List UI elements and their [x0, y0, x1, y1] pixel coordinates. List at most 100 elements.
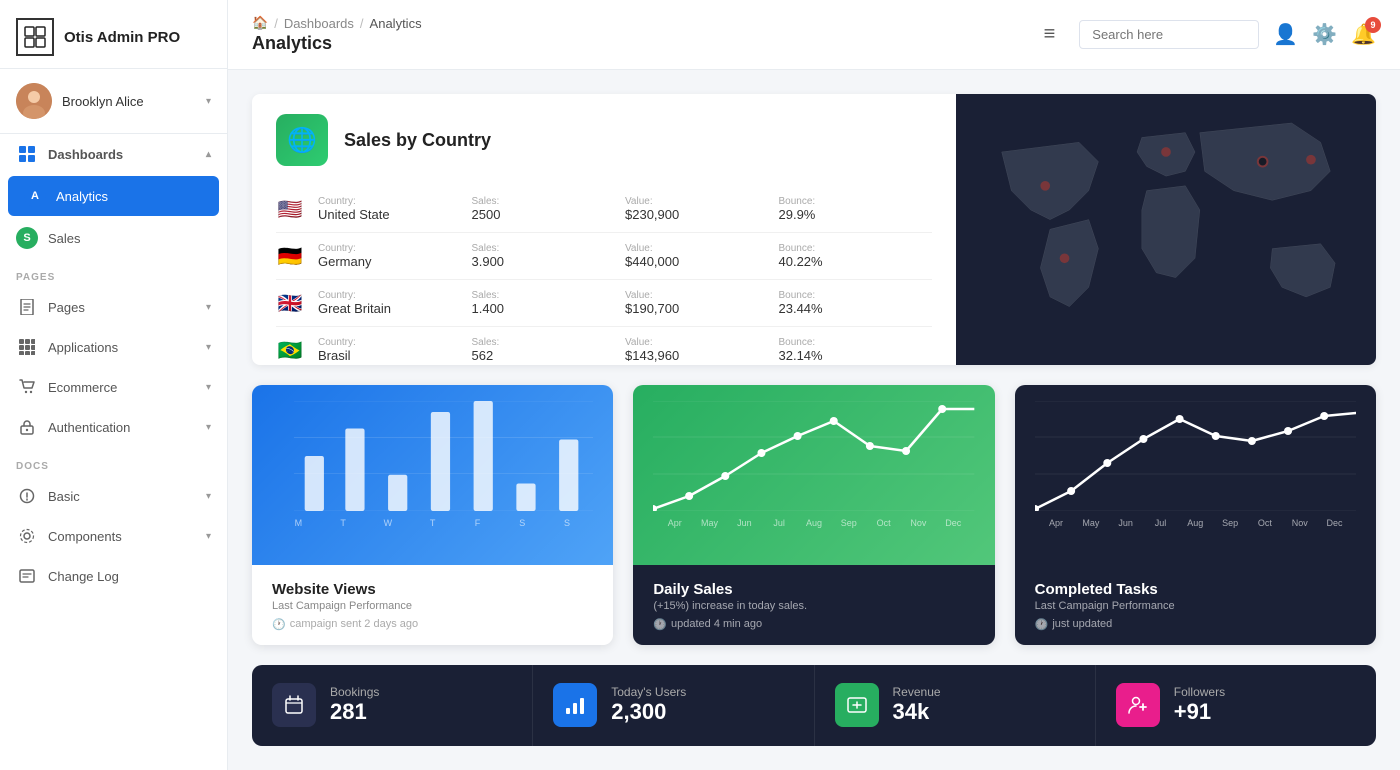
bounce-label: Bounce:	[779, 243, 933, 254]
sidebar-analytics-label: Analytics	[56, 189, 203, 204]
country-value: Brasil	[318, 348, 472, 363]
topbar-right: 👤 ⚙️ 🔔 9	[1079, 20, 1376, 49]
ecommerce-icon	[16, 376, 38, 398]
sales-col: Sales: 1.400	[472, 290, 626, 316]
sidebar-item-changelog[interactable]: Change Log	[0, 556, 227, 596]
users-data: Today's Users 2,300	[611, 685, 686, 725]
completed-tasks-x-axis: Apr May Jun Jul Aug Sep Oct Nov Dec	[1035, 518, 1356, 528]
search-box[interactable]	[1079, 20, 1259, 49]
analytics-letter-icon: A	[24, 185, 46, 207]
daily-sales-title: Daily Sales	[653, 581, 974, 598]
docs-section-label: DOCS	[0, 447, 227, 476]
sales-value: 562	[472, 348, 626, 363]
charts-row: M T W T F S S Website Views Last Campaig…	[252, 385, 1376, 645]
bookings-data: Bookings 281	[330, 685, 379, 725]
daily-sales-meta-text: updated 4 min ago	[671, 618, 762, 630]
value-col: Value: $190,700	[625, 290, 779, 316]
country-label: Country:	[318, 243, 472, 254]
sales-label: Sales:	[472, 290, 626, 301]
completed-tasks-bottom: Completed Tasks Last Campaign Performanc…	[1015, 565, 1376, 645]
settings-icon[interactable]: ⚙️	[1312, 22, 1337, 47]
sidebar-item-applications[interactable]: Applications ▾	[0, 327, 227, 367]
stat-bookings: Bookings 281	[252, 665, 533, 746]
authentication-icon	[16, 416, 38, 438]
x-label-t1: T	[321, 518, 366, 528]
revenue-data: Revenue 34k	[893, 685, 941, 725]
user-profile-icon[interactable]: 👤	[1273, 22, 1298, 47]
users-icon	[553, 683, 597, 727]
sidebar-item-analytics[interactable]: A Analytics	[8, 176, 219, 216]
home-icon: 🏠	[252, 15, 268, 31]
breadcrumb-dashboards: Dashboards	[284, 16, 354, 31]
x-label-f: F	[455, 518, 500, 528]
breadcrumb-analytics: Analytics	[370, 16, 422, 31]
hamburger-icon[interactable]: ≡	[1044, 23, 1056, 46]
sales-by-country-card: 🌐 Sales by Country 🇺🇸 Country: United St…	[252, 94, 1376, 365]
bounce-label: Bounce:	[779, 196, 933, 207]
value-value: $190,700	[625, 301, 779, 316]
value-value: $440,000	[625, 254, 779, 269]
daily-sales-chart-top: Apr May Jun Jul Aug Sep Oct Nov Dec	[633, 385, 994, 565]
table-row: 🇺🇸 Country: United State Sales: 2500 Val…	[276, 186, 932, 233]
applications-chevron-icon: ▾	[206, 342, 211, 353]
country-value: Germany	[318, 254, 472, 269]
content-area: 🌐 Sales by Country 🇺🇸 Country: United St…	[228, 70, 1400, 770]
sales-col: Sales: 2500	[472, 196, 626, 222]
sidebar-components-label: Components	[48, 529, 206, 544]
daily-sales-card: Apr May Jun Jul Aug Sep Oct Nov Dec Dail…	[633, 385, 994, 645]
user-section[interactable]: Brooklyn Alice ▾	[0, 69, 227, 134]
notification-wrapper[interactable]: 🔔 9	[1351, 22, 1376, 47]
sales-label: Sales:	[472, 196, 626, 207]
country-table: 🇺🇸 Country: United State Sales: 2500 Val…	[276, 186, 932, 365]
basic-icon	[16, 485, 38, 507]
clock-icon: 🕐	[272, 618, 286, 631]
sidebar: Otis Admin PRO Brooklyn Alice ▾ Dashboar…	[0, 0, 228, 770]
sidebar-item-basic[interactable]: Basic ▾	[0, 476, 227, 516]
completed-tasks-chart-top: Apr May Jun Jul Aug Sep Oct Nov Dec	[1015, 385, 1376, 565]
country-col: Country: Great Britain	[318, 290, 472, 316]
sales-value: 3.900	[472, 254, 626, 269]
country-col: Country: United State	[318, 196, 472, 222]
sidebar-item-dashboards[interactable]: Dashboards ▴	[0, 134, 227, 174]
dashboard-icon	[16, 143, 38, 165]
logo-icon	[16, 18, 54, 56]
daily-sales-x-axis: Apr May Jun Jul Aug Sep Oct Nov Dec	[653, 518, 974, 528]
website-views-meta-text: campaign sent 2 days ago	[290, 618, 418, 630]
sidebar-logo: Otis Admin PRO	[0, 0, 227, 69]
globe-icon: 🌐	[276, 114, 328, 166]
chevron-down-icon: ▾	[206, 96, 211, 107]
stat-revenue: Revenue 34k	[815, 665, 1096, 746]
stats-row: Bookings 281 Today's Users 2,300	[252, 665, 1376, 746]
sales-value: 1.400	[472, 301, 626, 316]
search-input[interactable]	[1092, 27, 1246, 42]
applications-icon	[16, 336, 38, 358]
components-icon	[16, 525, 38, 547]
authentication-chevron-icon: ▾	[206, 422, 211, 433]
breadcrumb: 🏠 / Dashboards / Analytics	[252, 15, 1044, 31]
bounce-value: 40.22%	[779, 254, 933, 269]
stat-users: Today's Users 2,300	[533, 665, 814, 746]
website-views-chart-top: M T W T F S S	[252, 385, 613, 565]
sidebar-item-ecommerce[interactable]: Ecommerce ▾	[0, 367, 227, 407]
value-value: $230,900	[625, 207, 779, 222]
sidebar-item-authentication[interactable]: Authentication ▾	[0, 407, 227, 447]
sidebar-changelog-label: Change Log	[48, 569, 211, 584]
sales-value: 2500	[472, 207, 626, 222]
sidebar-item-components[interactable]: Components ▾	[0, 516, 227, 556]
bounce-col: Bounce: 40.22%	[779, 243, 933, 269]
country-label: Country:	[318, 290, 472, 301]
sidebar-basic-label: Basic	[48, 489, 206, 504]
website-views-bottom: Website Views Last Campaign Performance …	[252, 565, 613, 645]
value-col: Value: $230,900	[625, 196, 779, 222]
sales-card-left: 🌐 Sales by Country 🇺🇸 Country: United St…	[252, 94, 956, 365]
x-label-w: W	[366, 518, 411, 528]
bounce-col: Bounce: 23.44%	[779, 290, 933, 316]
website-views-x-axis: M T W T F S S	[272, 518, 593, 528]
sales-col: Sales: 3.900	[472, 243, 626, 269]
followers-value: +91	[1174, 699, 1225, 725]
avatar	[16, 83, 52, 119]
sidebar-item-pages[interactable]: Pages ▾	[0, 287, 227, 327]
country-flag: 🇧🇷	[276, 340, 304, 360]
sidebar-item-sales[interactable]: S Sales	[0, 218, 227, 258]
daily-sales-bottom: Daily Sales (+15%) increase in today sal…	[633, 565, 994, 645]
